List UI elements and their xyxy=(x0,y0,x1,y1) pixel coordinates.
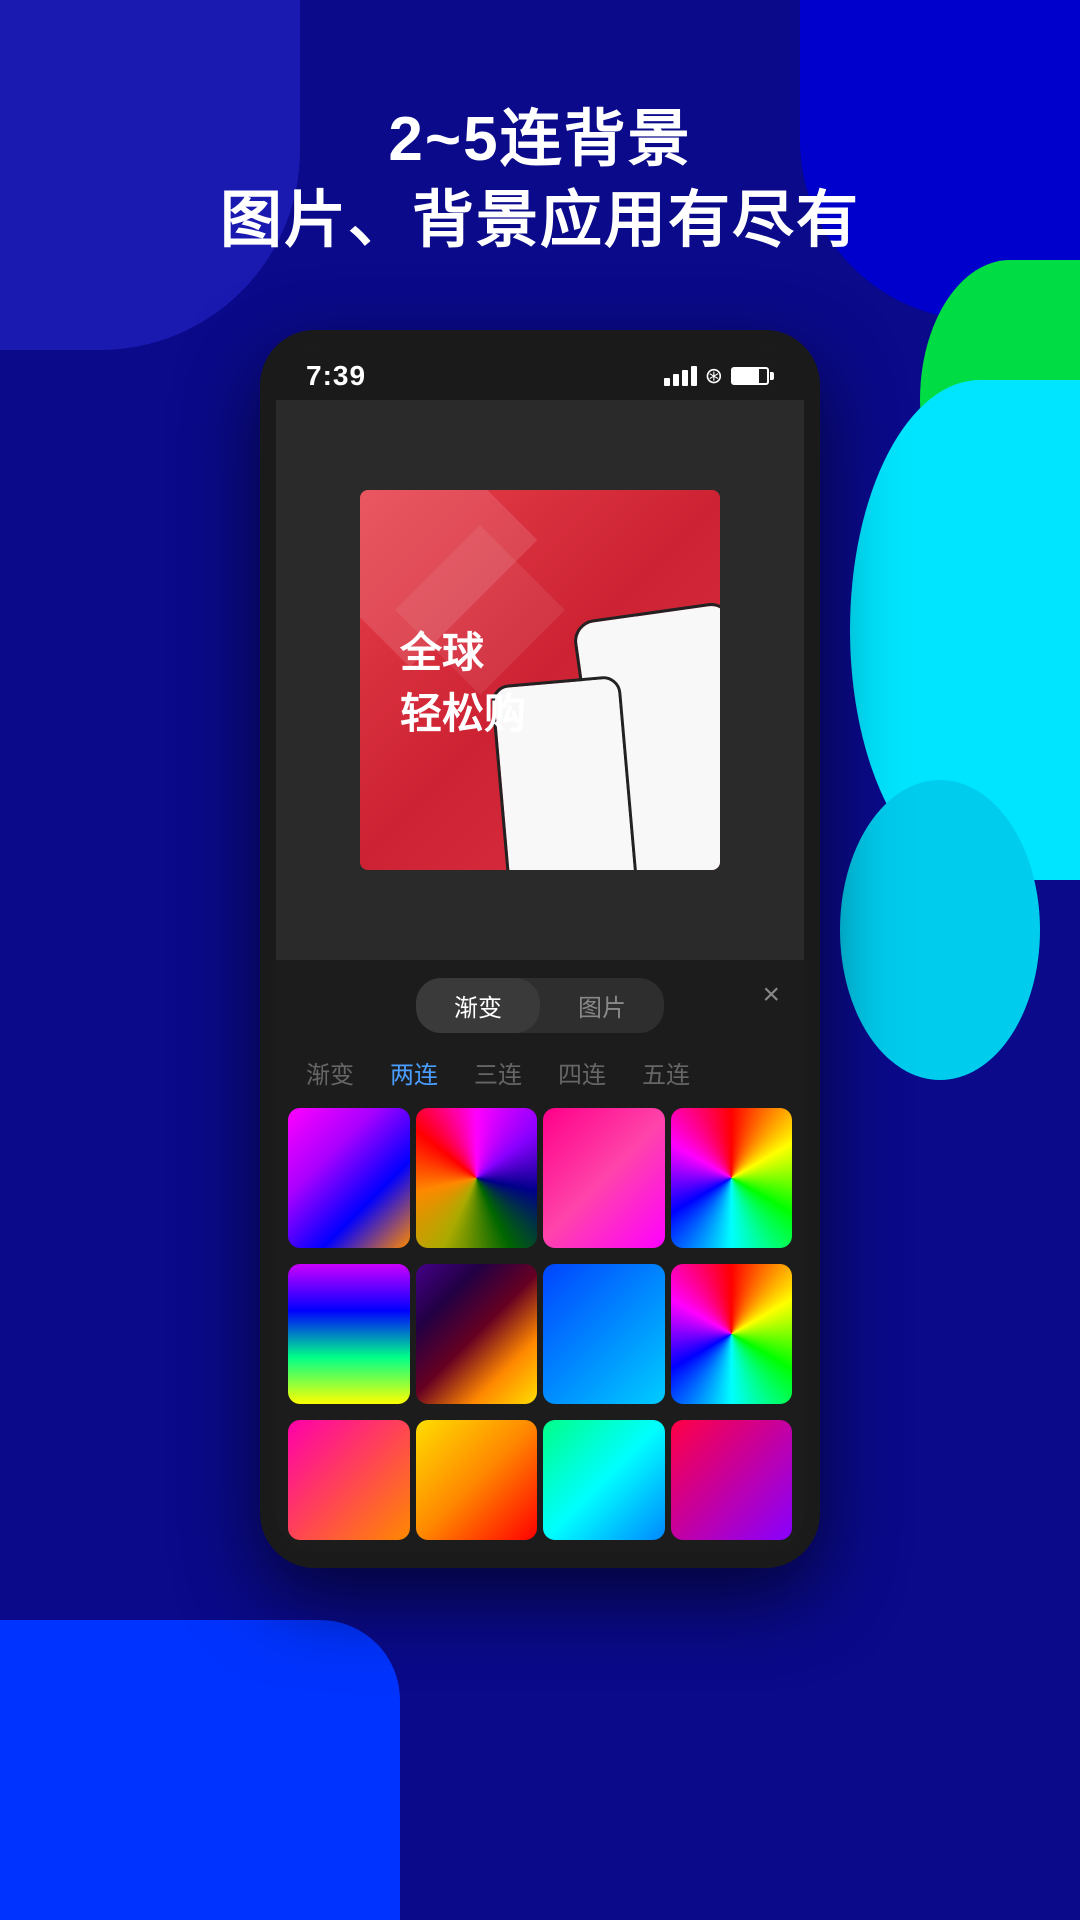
bg-decoration-blue-bottom xyxy=(0,1620,400,1920)
color-cell-2[interactable] xyxy=(416,1108,538,1248)
filter-tab-gradient[interactable]: 渐变 xyxy=(306,1055,354,1090)
color-cell-6[interactable] xyxy=(416,1264,538,1404)
header-title: 2~5连背景 图片、背景应用有尽有 xyxy=(0,100,1080,261)
tab-image[interactable]: 图片 xyxy=(540,978,664,1033)
content-area: 全球 轻松购 xyxy=(276,400,804,960)
filter-tab-4lian[interactable]: 四连 xyxy=(558,1055,606,1090)
signal-bar-3 xyxy=(682,370,688,386)
close-button[interactable]: × xyxy=(762,978,780,1012)
filter-tab-3lian[interactable]: 三连 xyxy=(474,1055,522,1090)
color-cell-3[interactable] xyxy=(543,1108,665,1248)
color-cell-5[interactable] xyxy=(288,1264,410,1404)
color-cell-4[interactable] xyxy=(671,1108,793,1248)
battery-tip xyxy=(770,372,774,380)
color-cell-1[interactable] xyxy=(288,1108,410,1248)
phone-frame: 7:39 ⊛ xyxy=(260,330,820,1568)
card-text-line1: 全球 xyxy=(400,619,526,680)
wifi-icon: ⊛ xyxy=(705,363,723,389)
status-bar: 7:39 ⊛ xyxy=(276,346,804,400)
color-grid-row2 xyxy=(276,1264,804,1420)
header-section: 2~5连背景 图片、背景应用有尽有 xyxy=(0,100,1080,261)
header-line1: 2~5连背景 xyxy=(388,105,691,174)
color-cell-12[interactable] xyxy=(671,1420,793,1540)
tab-gradient[interactable]: 渐变 xyxy=(416,978,540,1033)
filter-tab-5lian[interactable]: 五连 xyxy=(642,1055,690,1090)
battery-body xyxy=(731,367,769,385)
signal-bars xyxy=(664,366,697,386)
bg-decoration-cyan2 xyxy=(840,780,1040,1080)
header-line2: 图片、背景应用有尽有 xyxy=(220,186,860,255)
signal-bar-1 xyxy=(664,378,670,386)
phone-screen: 7:39 ⊛ xyxy=(276,346,804,1552)
card-text: 全球 轻松购 xyxy=(400,619,526,741)
color-cell-9[interactable] xyxy=(288,1420,410,1540)
card-text-line2: 轻松购 xyxy=(400,680,526,741)
status-icons: ⊛ xyxy=(664,363,774,389)
red-card: 全球 轻松购 xyxy=(360,490,720,870)
color-cell-7[interactable] xyxy=(543,1264,665,1404)
filter-tabs: 渐变 两连 三连 四连 五连 xyxy=(276,1047,804,1108)
signal-bar-2 xyxy=(673,374,679,386)
phone-mockup: 7:39 ⊛ xyxy=(260,330,820,1568)
color-grid-row1 xyxy=(276,1108,804,1264)
battery-fill xyxy=(733,369,759,383)
color-cell-11[interactable] xyxy=(543,1420,665,1540)
color-cell-10[interactable] xyxy=(416,1420,538,1540)
bottom-panel: 渐变 图片 × 渐变 两连 三连 四连 五连 xyxy=(276,960,804,1552)
signal-bar-4 xyxy=(691,366,697,386)
status-time: 7:39 xyxy=(306,360,366,392)
color-grid-row3 xyxy=(276,1420,804,1552)
color-cell-8[interactable] xyxy=(671,1264,793,1404)
filter-tab-2lian[interactable]: 两连 xyxy=(390,1055,438,1090)
battery-icon xyxy=(731,367,774,385)
